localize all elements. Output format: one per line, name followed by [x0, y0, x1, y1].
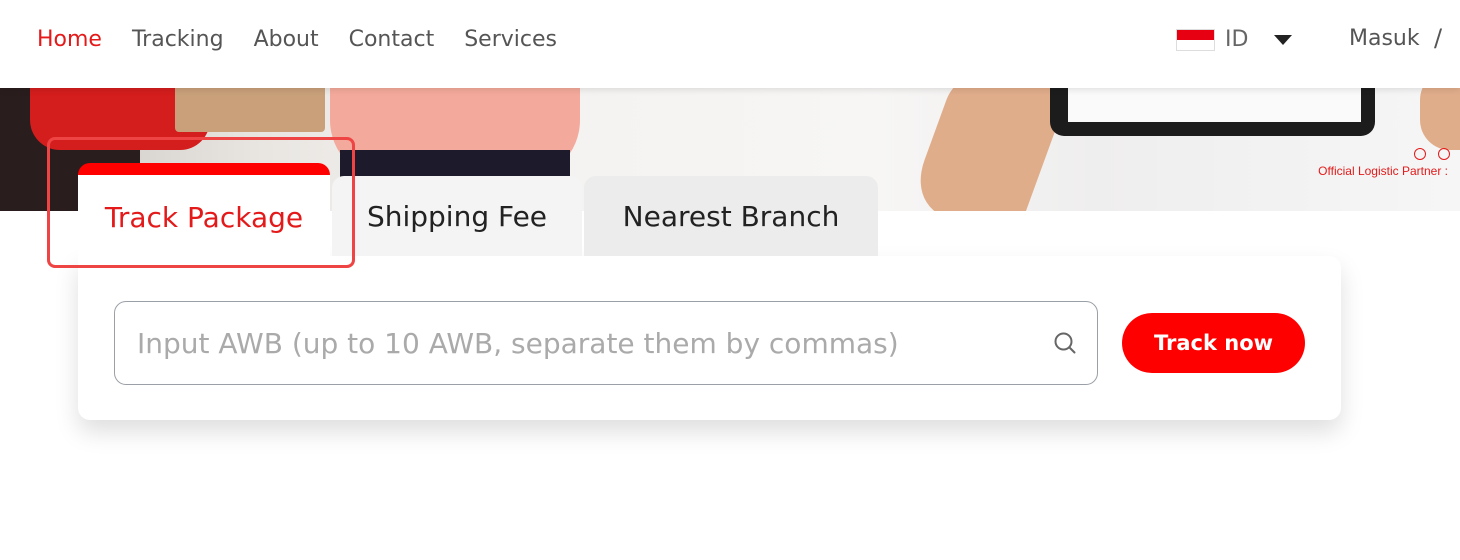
carousel-dot[interactable]	[1414, 148, 1426, 160]
language-selector[interactable]: ID	[1176, 27, 1293, 52]
login-link[interactable]: Masuk	[1349, 26, 1420, 51]
nav-services[interactable]: Services	[464, 27, 557, 52]
language-code: ID	[1225, 27, 1249, 52]
chevron-down-icon	[1274, 34, 1293, 45]
highlight-outline	[47, 137, 355, 268]
nav-about[interactable]: About	[254, 27, 319, 52]
carousel-dot[interactable]	[1438, 148, 1450, 160]
nav-contact[interactable]: Contact	[349, 27, 435, 52]
nav-home[interactable]: Home	[37, 27, 102, 52]
main-nav: Home Tracking About Contact Services	[37, 27, 557, 52]
tab-shipping-fee[interactable]: Shipping Fee	[332, 176, 582, 256]
search-icon[interactable]	[1045, 331, 1085, 355]
tab-nearest-branch[interactable]: Nearest Branch	[584, 176, 878, 256]
track-now-button[interactable]: Track now	[1122, 313, 1305, 373]
top-navbar: Home Tracking About Contact Services ID …	[0, 0, 1460, 88]
official-partner-label: Official Logistic Partner :	[1318, 164, 1448, 178]
carousel-dots	[1414, 148, 1450, 160]
nav-separator: /	[1434, 24, 1443, 52]
nav-tracking[interactable]: Tracking	[132, 27, 224, 52]
awb-search-field[interactable]	[114, 301, 1098, 385]
tracking-card: Track now	[78, 256, 1341, 420]
awb-input[interactable]	[115, 325, 1045, 361]
indonesia-flag-icon	[1176, 28, 1215, 51]
